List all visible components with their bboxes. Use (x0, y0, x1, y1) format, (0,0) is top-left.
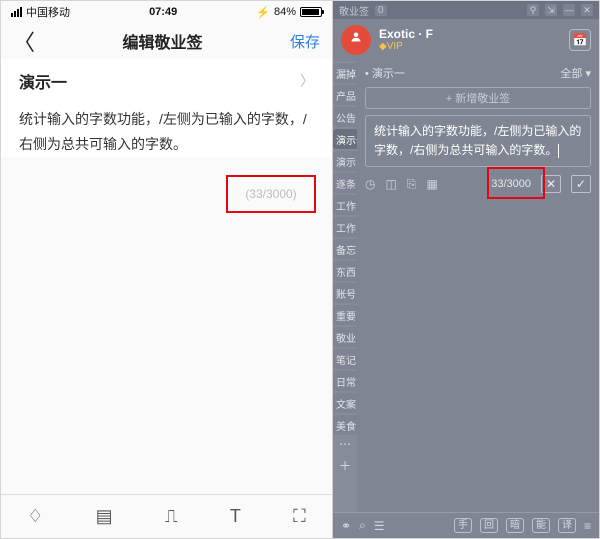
sidebar-item[interactable]: 笔记 (333, 349, 357, 369)
win-min-icon[interactable]: — (563, 4, 575, 16)
win-pin-icon[interactable]: ⇲ (545, 4, 557, 16)
user-name: Exotic · F (379, 27, 433, 41)
add-note-button[interactable]: + 新增敬业签 (365, 87, 591, 109)
search-icon[interactable]: ⌕ (359, 518, 366, 533)
desk-char-counter: 33/3000 (491, 178, 531, 190)
chevron-right-icon: 〉 (300, 71, 314, 91)
sidebar-item[interactable]: 美食 (333, 415, 357, 435)
editor-toolbar: ♢ ▤ ⎍ T ⛶ (1, 494, 332, 538)
sidebar-item[interactable]: 账号 (333, 283, 357, 303)
bell-icon[interactable]: ♢ (27, 506, 43, 527)
clock: 07:49 (149, 6, 177, 18)
sidebar-item[interactable]: 逐条 (333, 173, 357, 193)
calendar-icon[interactable]: 📅 (569, 29, 591, 51)
sidebar-item[interactable]: 文案 (333, 393, 357, 413)
mic-icon[interactable]: ⎍ (165, 506, 178, 527)
sidebar-item[interactable]: 敬业 (333, 327, 357, 347)
char-counter-highlight: (33/3000) (226, 175, 316, 213)
sidebar-item[interactable]: 重要 (333, 305, 357, 325)
save-button[interactable]: 保存 (290, 31, 320, 52)
sidebar-item[interactable]: 产品 (333, 85, 357, 105)
avatar[interactable] (341, 25, 371, 55)
note-body[interactable]: 统计输入的字数功能，/左侧为已输入的字数，/右侧为总共可输入的字数。 (1, 99, 332, 157)
sidebar-item[interactable]: 备忘 (333, 239, 357, 259)
footer-menu-icon[interactable]: ≡ (584, 519, 591, 533)
desk-footer: ⚭ ⌕ ☰ 手 回 暗 能 译 ≡ (333, 512, 599, 538)
team-icon[interactable]: ⚭ (341, 519, 351, 533)
image2-icon[interactable]: ▦ (426, 177, 437, 191)
back-button[interactable]: 〈 (13, 25, 35, 57)
crumb-filter[interactable]: 全部 ▾ (560, 65, 591, 81)
category-sidebar: 漏掉 产品 公告 演示一 演示 逐条 工作 工作 备忘 东西 账号 重要 敬业 … (333, 61, 357, 512)
scan-icon[interactable]: ⛶ (293, 506, 306, 527)
battery-pct: 84% (274, 6, 296, 18)
footer-pill[interactable]: 译 (558, 518, 576, 533)
note-editor[interactable]: 统计输入的字数功能，/左侧为已输入的字数，/右侧为总共可输入的字数。 (365, 115, 591, 167)
status-bar: 中国移动 07:49 ⚡ 84% (1, 1, 332, 23)
sidebar-item[interactable]: 工作 (333, 195, 357, 215)
user-header: Exotic · F ◆VIP 📅 (333, 19, 599, 61)
sidebar-item[interactable]: 工作 (333, 217, 357, 237)
signal-icon (11, 7, 22, 17)
sidebar-item[interactable]: 公告 (333, 107, 357, 127)
sidebar-item-active[interactable]: 演示一 (333, 129, 357, 149)
sidebar-item[interactable]: 日常 (333, 371, 357, 391)
note-action-row: ◷ ◫ ⎘ ▦ 33/3000 ✕ ✓ (365, 173, 591, 195)
battery-icon (300, 7, 322, 17)
note-editor-text: 统计输入的字数功能，/左侧为已输入的字数，/右侧为总共可输入的字数。 (374, 124, 581, 157)
sidebar-item[interactable]: 东西 (333, 261, 357, 281)
vip-badge: ◆VIP (379, 41, 433, 53)
phone-pane: 中国移动 07:49 ⚡ 84% 〈 编辑敬业签 保存 演示一 〉 统计输入的字… (1, 1, 333, 538)
cancel-button[interactable]: ✕ (541, 175, 561, 193)
sidebar-add[interactable]: ＋ (333, 457, 357, 475)
note-title-row[interactable]: 演示一 〉 (1, 59, 332, 99)
sidebar-more[interactable]: ⋯ (333, 437, 357, 455)
footer-pill[interactable]: 能 (532, 518, 550, 533)
sidebar-item[interactable]: 漏掉 (333, 63, 357, 83)
title-badge: 0 (375, 5, 387, 16)
char-counter: (33/3000) (245, 187, 296, 201)
attach-icon[interactable]: ⎘ (407, 177, 417, 192)
text-icon[interactable]: T (230, 506, 241, 527)
confirm-button[interactable]: ✓ (571, 175, 591, 193)
footer-pill[interactable]: 暗 (506, 518, 524, 533)
crumb-label[interactable]: • 演示一 (365, 65, 405, 81)
window-titlebar: 敬业签 0 ⚲ ⇲ — ✕ (333, 1, 599, 19)
carrier-label: 中国移动 (26, 4, 70, 20)
app-title: 敬业签 (339, 3, 369, 18)
footer-pill[interactable]: 回 (480, 518, 498, 533)
text-cursor (558, 144, 559, 158)
footer-pill[interactable]: 手 (454, 518, 472, 533)
win-lock-icon[interactable]: ⚲ (527, 4, 539, 16)
list-icon[interactable]: ☰ (374, 519, 385, 533)
desktop-pane: 敬业签 0 ⚲ ⇲ — ✕ Exotic · F ◆VIP 📅 漏掉 产品 公告… (333, 1, 599, 538)
page-title: 编辑敬业签 (122, 29, 202, 53)
win-close-icon[interactable]: ✕ (581, 4, 593, 16)
charging-icon: ⚡ (256, 6, 270, 19)
nav-bar: 〈 编辑敬业签 保存 (1, 23, 332, 59)
sidebar-item[interactable]: 演示 (333, 151, 357, 171)
image-icon[interactable]: ▤ (96, 506, 113, 527)
content-area: • 演示一 全部 ▾ + 新增敬业签 统计输入的字数功能，/左侧为已输入的字数，… (357, 61, 599, 512)
note-title: 演示一 (19, 69, 67, 93)
tag-icon[interactable]: ◫ (385, 177, 396, 191)
clock-icon[interactable]: ◷ (365, 177, 375, 191)
